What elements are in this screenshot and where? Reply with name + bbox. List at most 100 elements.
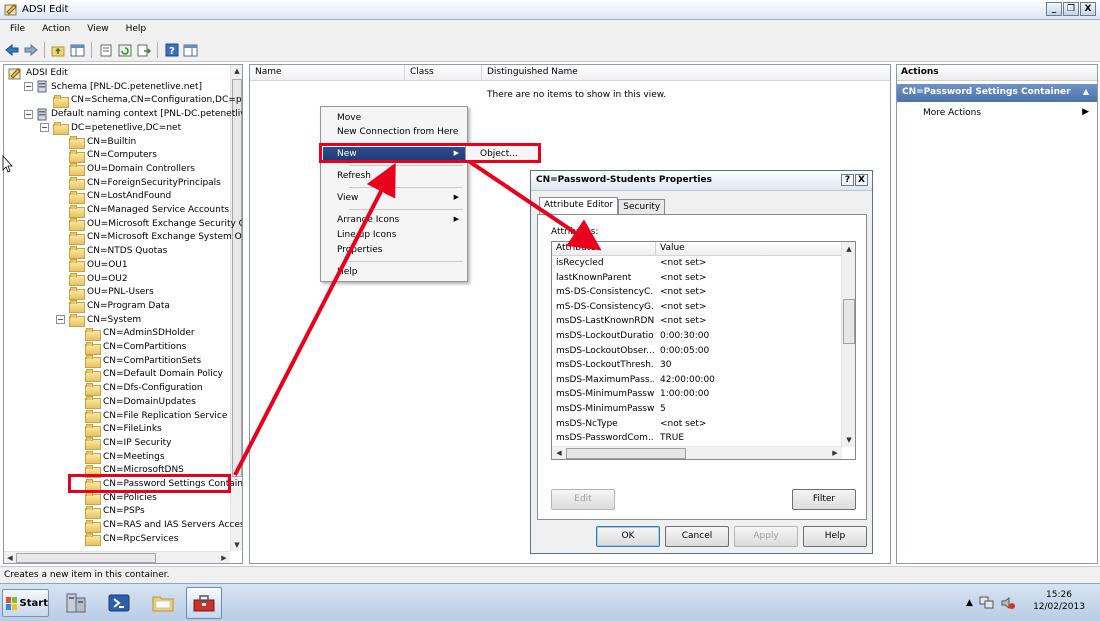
export-list-button[interactable] bbox=[135, 42, 152, 59]
properties-button[interactable] bbox=[97, 42, 114, 59]
up-level-button[interactable] bbox=[50, 42, 67, 59]
attribute-grid[interactable]: msDS-PasswordHisto...5msDS-PasswordCom..… bbox=[551, 241, 856, 460]
attribute-row[interactable]: msDS-LockoutObser... 0:00:05:00 bbox=[552, 345, 842, 360]
tree-item[interactable]: CN=Builtin bbox=[56, 135, 136, 149]
column-header-value[interactable]: Value bbox=[656, 242, 842, 256]
close-button[interactable]: X bbox=[1080, 2, 1096, 16]
tree-item[interactable]: OU=PNL-Users bbox=[56, 285, 154, 300]
scroll-down-arrow-icon[interactable]: ▼ bbox=[231, 539, 242, 551]
context-menu-arrange-icons[interactable]: Arrange Icons ▶ bbox=[323, 213, 465, 228]
tree-item[interactable]: CN=File Replication Service bbox=[72, 409, 227, 423]
attribute-row[interactable]: isRecycled <not set> bbox=[552, 257, 842, 272]
apply-button[interactable]: Apply bbox=[734, 526, 798, 547]
show-hide-action-pane-button[interactable] bbox=[182, 42, 199, 59]
scroll-down-arrow-icon[interactable]: ▼ bbox=[843, 434, 855, 446]
tree-item[interactable]: CN=AdminSDHolder bbox=[72, 326, 195, 341]
tree-horizontal-scroll-thumb[interactable] bbox=[16, 553, 156, 563]
attribute-row[interactable]: msDS-MinimumPassw... 5 bbox=[552, 403, 842, 418]
scroll-left-arrow-icon[interactable]: ◀ bbox=[553, 447, 565, 459]
tree-item[interactable]: CN=Managed Service Accounts bbox=[56, 203, 229, 218]
tree-item[interactable]: OU=OU1 bbox=[56, 258, 128, 273]
tree-item[interactable]: − CN=System bbox=[56, 313, 141, 328]
dialog-help-bottom-button[interactable]: Help bbox=[803, 526, 867, 547]
attribute-row[interactable]: msDS-MaximumPass... 42:00:00:00 bbox=[552, 374, 842, 389]
minimize-button[interactable]: _ bbox=[1046, 2, 1062, 16]
column-header-attribute[interactable]: Attribute bbox=[552, 242, 656, 256]
attribute-row[interactable]: msDS-MinimumPassw... 1:00:00:00 bbox=[552, 388, 842, 403]
menu-file[interactable]: File bbox=[0, 20, 32, 39]
tree-item[interactable]: − Default naming context [PNL-DC.petenetl… bbox=[24, 107, 242, 121]
context-menu-new-connection[interactable]: New Connection from Here bbox=[323, 125, 465, 140]
attribute-row[interactable]: lastKnownParent <not set> bbox=[552, 272, 842, 287]
tree-item[interactable]: CN=Computers bbox=[56, 148, 157, 163]
scroll-up-arrow-icon[interactable]: ▲ bbox=[843, 243, 855, 255]
menu-view[interactable]: View bbox=[77, 20, 115, 39]
dialog-close-button[interactable]: X bbox=[855, 174, 868, 186]
back-button[interactable] bbox=[3, 42, 20, 59]
collapse-expander-icon[interactable]: − bbox=[24, 82, 33, 92]
tree-item[interactable]: CN=ComPartitionSets bbox=[72, 354, 201, 369]
context-menu-move[interactable]: Move bbox=[323, 111, 465, 126]
tree-item[interactable]: CN=FileLinks bbox=[72, 422, 162, 437]
tree-item[interactable]: − DC=petenetlive,DC=net bbox=[40, 121, 181, 136]
attribute-row[interactable]: mS-DS-ConsistencyC... <not set> bbox=[552, 286, 842, 301]
attribute-row[interactable]: msDS-PasswordCom... TRUE bbox=[552, 432, 842, 447]
scroll-right-arrow-icon[interactable]: ▶ bbox=[829, 447, 841, 459]
tree-item[interactable]: OU=OU2 bbox=[56, 272, 128, 286]
attribute-row[interactable]: msDS-LastKnownRDN <not set> bbox=[552, 315, 842, 330]
show-hidden-icons-icon[interactable]: ▲ bbox=[966, 598, 973, 608]
taskbar-powershell[interactable] bbox=[101, 587, 137, 619]
tree-item[interactable]: CN=Program Data bbox=[56, 299, 170, 314]
collapse-expander-icon[interactable]: − bbox=[40, 123, 49, 133]
tree-item[interactable]: CN=PSPs bbox=[72, 504, 145, 519]
taskbar-explorer[interactable] bbox=[145, 587, 181, 619]
ok-button[interactable]: OK bbox=[596, 526, 660, 547]
column-header-class[interactable]: Class bbox=[405, 65, 482, 81]
more-actions-item[interactable]: More Actions ▶ bbox=[897, 102, 1097, 118]
start-button[interactable]: Start bbox=[2, 589, 49, 617]
tree-item[interactable]: CN=DomainUpdates bbox=[72, 395, 196, 410]
context-menu-help[interactable]: Help bbox=[323, 265, 465, 280]
tree-item[interactable]: CN=Microsoft Exchange System Objec bbox=[56, 230, 242, 245]
column-header-distinguished-name[interactable]: Distinguished Name bbox=[482, 65, 890, 81]
scroll-right-arrow-icon[interactable]: ▶ bbox=[218, 552, 230, 563]
collapse-expander-icon[interactable]: − bbox=[24, 109, 33, 119]
actions-selected-item[interactable]: CN=Password Settings Container ▲ bbox=[897, 84, 1097, 102]
context-menu-view[interactable]: View ▶ bbox=[323, 191, 465, 206]
tab-attribute-editor[interactable]: Attribute Editor bbox=[539, 197, 619, 214]
collapse-up-icon[interactable]: ▲ bbox=[1083, 87, 1089, 96]
attribute-horizontal-scroll-thumb[interactable] bbox=[566, 448, 686, 459]
collapse-expander-icon[interactable]: − bbox=[56, 315, 65, 325]
tree-item[interactable]: OU=Domain Controllers bbox=[56, 162, 195, 177]
tree-item[interactable]: CN=Default Domain Policy bbox=[72, 367, 223, 382]
cancel-button[interactable]: Cancel bbox=[665, 526, 729, 547]
context-menu-refresh[interactable]: Refresh bbox=[323, 169, 465, 184]
edit-button[interactable]: Edit bbox=[551, 489, 615, 510]
dialog-help-button[interactable]: ? bbox=[841, 174, 854, 186]
tree-item[interactable]: OU=Microsoft Exchange Security Grou bbox=[56, 217, 242, 232]
scroll-left-arrow-icon[interactable]: ◀ bbox=[4, 552, 16, 563]
attribute-horizontal-scrollbar[interactable]: ◀ ▶ bbox=[552, 446, 842, 459]
tree-item[interactable]: ADSI Edit bbox=[8, 66, 68, 80]
menu-action[interactable]: Action bbox=[32, 20, 77, 39]
attribute-row[interactable]: msDS-LockoutDuration 0:00:30:00 bbox=[552, 330, 842, 345]
menu-help[interactable]: Help bbox=[116, 20, 154, 39]
taskbar-server-manager[interactable] bbox=[58, 587, 94, 619]
attribute-row[interactable]: mS-DS-ConsistencyG... <not set> bbox=[552, 301, 842, 316]
attribute-vertical-scroll-thumb[interactable] bbox=[843, 299, 855, 344]
tree-item[interactable]: CN=IP Security bbox=[72, 436, 171, 451]
scroll-up-arrow-icon[interactable]: ▲ bbox=[231, 65, 242, 77]
tree-item[interactable]: CN=Meetings bbox=[72, 450, 165, 465]
context-menu-line-up-icons[interactable]: Line up Icons bbox=[323, 228, 465, 243]
tree-item[interactable]: CN=ForeignSecurityPrincipals bbox=[56, 176, 221, 191]
attribute-row[interactable]: msDS-LockoutThresh... 30 bbox=[552, 359, 842, 374]
refresh-button[interactable] bbox=[116, 42, 133, 59]
tree-item[interactable]: CN=NTDS Quotas bbox=[56, 244, 167, 259]
attribute-vertical-scrollbar[interactable]: ▲ ▼ bbox=[841, 242, 855, 447]
tree-item[interactable]: CN=LostAndFound bbox=[56, 189, 171, 204]
filter-button[interactable]: Filter bbox=[792, 489, 856, 510]
tree-item[interactable]: CN=Dfs-Configuration bbox=[72, 381, 203, 396]
tree-item[interactable]: − Schema [PNL-DC.petenetlive.net] bbox=[24, 80, 202, 94]
clock[interactable]: 15:26 12/02/2013 bbox=[1020, 589, 1098, 613]
help-button[interactable]: ? bbox=[163, 42, 180, 59]
